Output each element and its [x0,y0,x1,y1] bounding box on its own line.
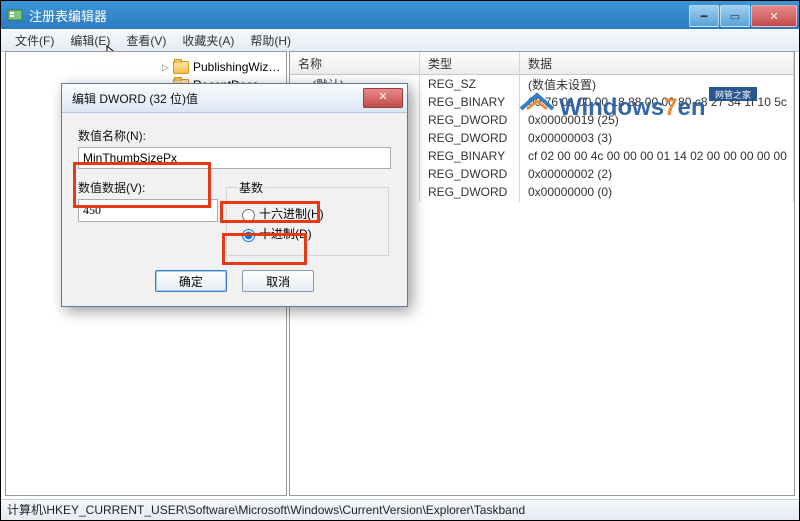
radix-hex-radio[interactable] [242,209,255,222]
radix-dec-radio[interactable] [242,229,255,242]
menubar: 文件(F) 编辑(E) 查看(V) 收藏夹(A) 帮助(H) [1,29,799,52]
titlebar: 注册表编辑器 ━ ▭ ✕ [1,1,799,29]
close-button[interactable]: ✕ [751,5,797,27]
column-type[interactable]: 类型 [420,52,520,74]
statusbar: 计算机\HKEY_CURRENT_USER\Software\Microsoft… [1,499,799,520]
tree-item[interactable]: ▷ PublishingWiz… [6,58,286,76]
edit-dword-dialog: 编辑 DWORD (32 位)值 ✕ 数值名称(N): MinThumbSize… [61,83,408,307]
cell-type: REG_DWORD [420,128,520,148]
menu-file[interactable]: 文件(F) [7,29,62,52]
cell-data: cf 02 00 00 4c 00 00 00 01 14 02 00 00 0… [520,146,794,166]
value-data-label: 数值数据(V): [78,179,218,196]
value-data-input[interactable] [78,199,218,222]
cell-type: REG_BINARY [420,92,520,112]
cancel-button[interactable]: 取消 [242,270,314,292]
value-name-field[interactable]: MinThumbSizePx [78,147,391,169]
column-data[interactable]: 数据 [520,52,794,74]
window-title: 注册表编辑器 [29,6,688,25]
cell-type: REG_DWORD [420,182,520,202]
folder-icon [173,61,189,74]
column-name[interactable]: 名称 [290,52,420,74]
window-controls: ━ ▭ ✕ [688,5,797,25]
dialog-titlebar: 编辑 DWORD (32 位)值 ✕ [62,84,407,113]
app-icon [7,7,23,23]
radix-legend: 基数 [237,179,265,196]
cell-data: 0x00000000 (0) [520,182,794,202]
menu-edit[interactable]: 编辑(E) [62,29,118,52]
regedit-window: 注册表编辑器 ━ ▭ ✕ 文件(F) 编辑(E) 查看(V) 收藏夹(A) 帮助… [0,0,800,521]
value-name-label: 数值名称(N): [78,127,391,144]
cell-data: 0x00000019 (25) [520,110,794,130]
ok-button[interactable]: 确定 [155,270,227,292]
menu-view[interactable]: 查看(V) [118,29,174,52]
radix-dec-label: 十进制(D) [259,225,312,242]
cell-type: REG_BINARY [420,146,520,166]
menu-help[interactable]: 帮助(H) [242,29,299,52]
cell-data: 0x00000003 (3) [520,128,794,148]
cell-type: REG_DWORD [420,164,520,184]
status-path: 计算机\HKEY_CURRENT_USER\Software\Microsoft… [7,503,525,517]
tree-label: PublishingWiz… [193,60,280,74]
dialog-close-button[interactable]: ✕ [363,88,403,108]
minimize-button[interactable]: ━ [689,5,719,27]
expand-icon[interactable]: ▷ [160,62,171,73]
radix-group: 基数 十六进制(H) 十进制(D) [226,179,389,256]
cell-data: 0x00000002 (2) [520,164,794,184]
radix-dec[interactable]: 十进制(D) [237,225,378,242]
cell-data: 00 76 01 00 00 18 88 00 00 80 c8 27 34 1… [520,92,794,112]
cell-type: REG_DWORD [420,110,520,130]
radix-hex-label: 十六进制(H) [259,205,324,222]
radix-hex[interactable]: 十六进制(H) [237,205,378,222]
menu-favorites[interactable]: 收藏夹(A) [174,29,242,52]
list-header: 名称 类型 数据 [290,52,794,75]
dialog-title: 编辑 DWORD (32 位)值 [72,90,363,107]
maximize-button[interactable]: ▭ [720,5,750,27]
